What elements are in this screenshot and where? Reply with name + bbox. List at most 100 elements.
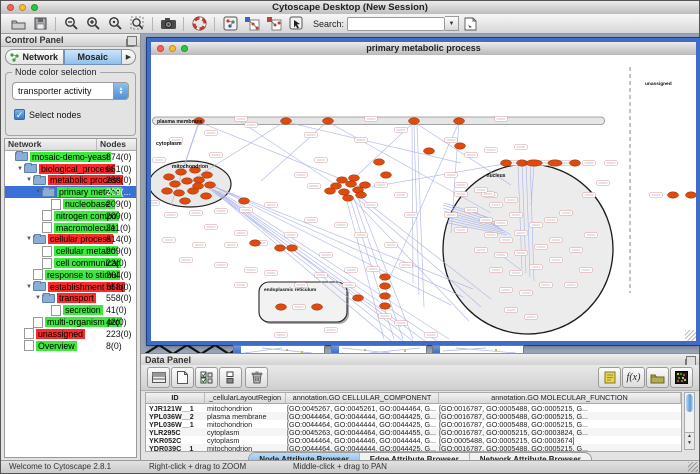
network-node[interactable]: [380, 293, 391, 299]
network-node-label[interactable]: [565, 283, 578, 288]
network-node-label[interactable]: [365, 203, 378, 208]
network-node[interactable]: [174, 190, 185, 196]
network-node-label[interactable]: [245, 268, 258, 273]
network-node-label[interactable]: [560, 211, 573, 216]
expand-arrow-icon[interactable]: ▼: [34, 295, 42, 301]
network-node[interactable]: [349, 175, 360, 181]
tree-col-network[interactable]: Network: [5, 139, 97, 150]
network-node-label[interactable]: [305, 133, 318, 138]
network-node[interactable]: [346, 181, 357, 187]
network-node[interactable]: [353, 295, 364, 301]
network-node-label[interactable]: [367, 267, 380, 272]
tree-row[interactable]: nucleobase-209(0): [5, 198, 136, 210]
zoom-selected-icon[interactable]: [104, 15, 126, 32]
layout-b-icon[interactable]: [263, 15, 285, 32]
network-node-label[interactable]: [495, 253, 508, 258]
network-node-label[interactable]: [530, 223, 543, 228]
network-node[interactable]: [424, 148, 435, 154]
expand-arrow-icon[interactable]: ▼: [25, 236, 33, 242]
network-node[interactable]: [162, 188, 173, 194]
network-node-label[interactable]: [475, 188, 488, 193]
vizmapper-icon[interactable]: [219, 15, 241, 32]
network-node-label[interactable]: [320, 253, 333, 258]
tree-row[interactable]: nitrogen compo209(0): [5, 210, 136, 222]
network-node-label[interactable]: [485, 148, 498, 153]
tree-row[interactable]: ▼primary metabo209(...: [5, 186, 136, 198]
scrollbar-thumb[interactable]: [686, 394, 693, 412]
tree-row[interactable]: cell communicat22(0): [5, 257, 136, 269]
network-node[interactable]: [526, 160, 543, 166]
scrollbar-arrows[interactable]: ▲▼: [685, 432, 694, 449]
network-node-label[interactable]: [235, 231, 248, 236]
network-node-label[interactable]: [153, 158, 166, 163]
tree-row[interactable]: ▼biological_process651(0): [5, 163, 136, 175]
network-node-label[interactable]: [515, 231, 528, 236]
network-node-label[interactable]: [315, 158, 328, 163]
tree-row[interactable]: unassigned223(0): [5, 328, 136, 340]
select-attributes-icon[interactable]: [195, 367, 218, 388]
network-node-label[interactable]: [285, 233, 298, 238]
network-node-label[interactable]: [265, 271, 278, 276]
matrix-icon[interactable]: [670, 367, 693, 388]
network-node[interactable]: [455, 143, 466, 149]
network-node-label[interactable]: [583, 193, 596, 198]
attribute-table-icon[interactable]: [147, 367, 170, 388]
zoom-out-icon[interactable]: [60, 15, 82, 32]
node-color-dropdown[interactable]: transporter activity ▲▼: [12, 82, 129, 100]
frame-resize-grip[interactable]: [685, 330, 696, 341]
network-node-label[interactable]: [235, 117, 248, 122]
network-node[interactable]: [570, 160, 581, 166]
network-node-label[interactable]: [490, 203, 503, 208]
network-node-label[interactable]: [295, 283, 308, 288]
network-node[interactable]: [276, 304, 287, 310]
network-node-label[interactable]: [293, 305, 306, 310]
expand-arrow-icon[interactable]: ▼: [34, 189, 42, 195]
tree-row[interactable]: cellular metabo209(0): [5, 245, 136, 257]
manual-layout-icon[interactable]: [285, 15, 307, 32]
network-node[interactable]: [202, 172, 213, 178]
network-node[interactable]: [380, 283, 391, 289]
tree-row[interactable]: mosaic-demo-yeast874(0): [5, 151, 136, 163]
network-node[interactable]: [275, 245, 286, 251]
network-node-label[interactable]: [530, 265, 543, 270]
network-node-label[interactable]: [515, 251, 528, 256]
network-node[interactable]: [501, 160, 512, 166]
network-node-label[interactable]: [395, 193, 408, 198]
table-column-header[interactable]: annotation.GO CELLULAR_COMPONENT: [286, 393, 439, 403]
network-node-label[interactable]: [305, 218, 318, 223]
network-node-label[interactable]: [405, 213, 418, 218]
network-node-label[interactable]: [465, 208, 478, 213]
network-node-label[interactable]: [165, 213, 178, 218]
network-node-label[interactable]: [570, 248, 583, 253]
tree-row[interactable]: secretion41(0): [5, 304, 136, 316]
table-scrollbar[interactable]: ▲▼: [684, 392, 695, 450]
network-node-label[interactable]: [480, 218, 493, 223]
network-node-label[interactable]: [445, 213, 458, 218]
network-node-label[interactable]: [345, 268, 358, 273]
search-input[interactable]: [347, 17, 445, 31]
network-node[interactable]: [312, 304, 323, 310]
network-node-label[interactable]: [395, 128, 408, 133]
network-node-label[interactable]: [180, 258, 193, 263]
network-node-label[interactable]: [495, 221, 508, 226]
function-builder-icon[interactable]: f(x): [622, 367, 645, 388]
tree-row[interactable]: ▼establishment of lo558(0): [5, 281, 136, 293]
import-attributes-icon[interactable]: [646, 367, 669, 388]
network-node-label[interactable]: [265, 203, 278, 208]
expand-arrow-icon[interactable]: ▼: [25, 177, 33, 183]
network-node-label[interactable]: [315, 273, 328, 278]
network-node[interactable]: [548, 160, 562, 166]
float-panel-icon[interactable]: [127, 36, 137, 46]
network-node-label[interactable]: [550, 238, 563, 243]
network-node-label[interactable]: [475, 248, 488, 253]
network-node-label[interactable]: [215, 263, 228, 268]
tab-overflow-arrow[interactable]: ▶: [122, 49, 136, 65]
network-node-label[interactable]: [580, 268, 593, 273]
network-node[interactable]: [380, 303, 391, 309]
network-node-label[interactable]: [520, 291, 533, 296]
network-node[interactable]: [454, 118, 465, 124]
network-node[interactable]: [339, 189, 350, 195]
new-attribute-icon[interactable]: [171, 367, 194, 388]
network-node[interactable]: [205, 182, 216, 188]
network-node[interactable]: [182, 178, 193, 184]
